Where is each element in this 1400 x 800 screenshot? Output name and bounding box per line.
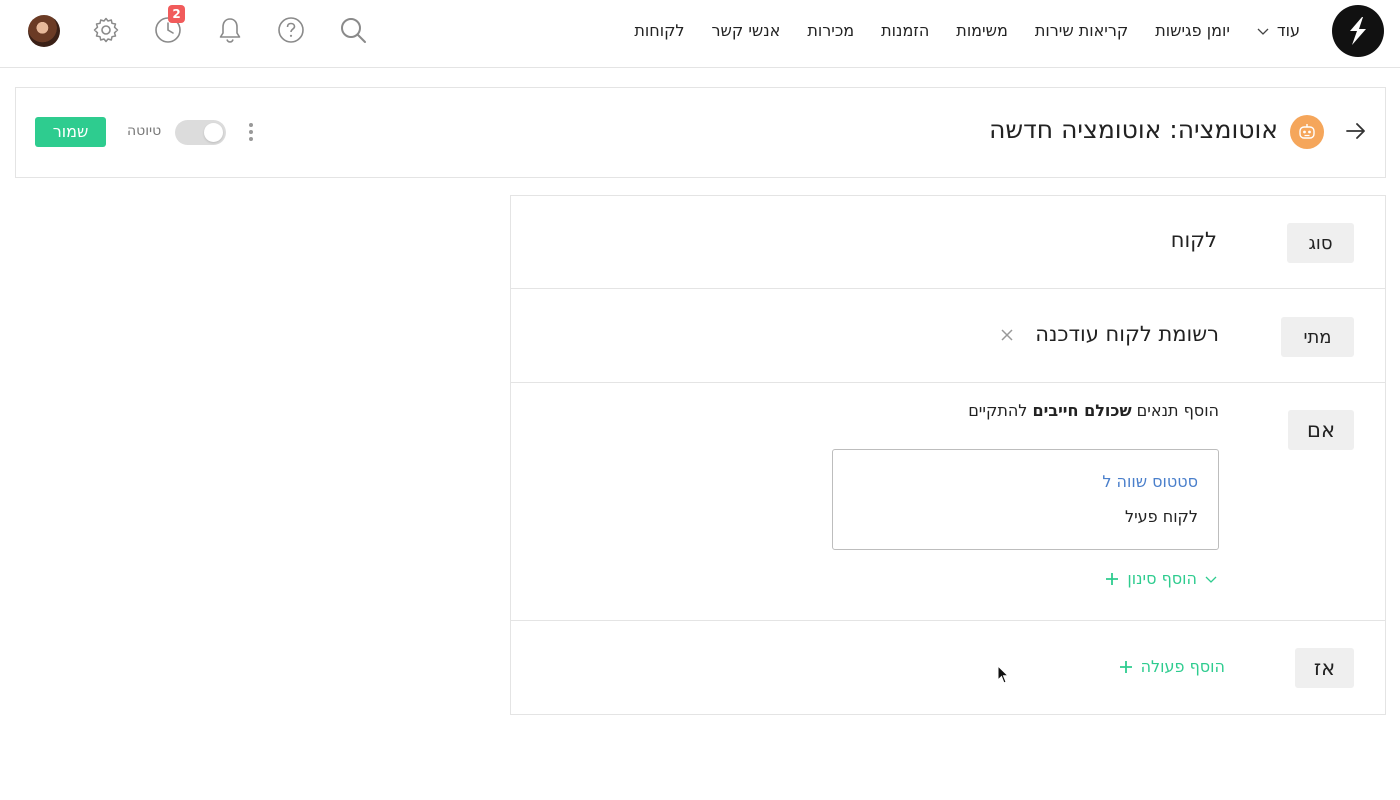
nav-item-tasks[interactable]: משימות xyxy=(956,21,1008,40)
add-action-button[interactable]: הוסף פעולה xyxy=(1119,657,1225,676)
automation-bot-icon xyxy=(1290,115,1324,149)
page-title: אוטומציה: אוטומציה חדשה xyxy=(989,115,1278,144)
if-row: אם הוסף תנאים שכולם חייבים להתקיים סטטוס… xyxy=(511,383,1385,621)
help-icon xyxy=(278,17,304,43)
type-value[interactable]: לקוח xyxy=(1171,228,1217,252)
conditions-intro-bold: שכולם חייבים xyxy=(1032,401,1132,420)
nav-item-calendar[interactable]: יומן פגישות xyxy=(1155,21,1230,40)
back-button[interactable] xyxy=(1345,120,1367,146)
plus-icon xyxy=(1119,660,1132,673)
user-avatar[interactable] xyxy=(28,15,60,47)
help-button[interactable] xyxy=(273,12,309,48)
top-navigation-bar: לקוחות אנשי קשר מכירות הזמנות משימות קרי… xyxy=(0,0,1400,68)
conditions-intro: הוסף תנאים שכולם חייבים להתקיים xyxy=(968,401,1219,420)
then-row: אז הוסף פעולה xyxy=(511,621,1385,714)
search-icon xyxy=(341,18,366,43)
search-button[interactable] xyxy=(335,12,371,48)
nav-item-customers[interactable]: לקוחות xyxy=(634,21,684,40)
then-label: אז xyxy=(1295,648,1354,688)
arrow-right-icon xyxy=(1346,123,1365,139)
logo-icon xyxy=(1350,17,1366,45)
chevron-down-icon xyxy=(1257,28,1269,35)
app-logo[interactable] xyxy=(1332,5,1384,57)
plus-icon xyxy=(1106,572,1119,585)
condition-value: לקוח פעיל xyxy=(1124,507,1198,526)
nav-more-label: עוד xyxy=(1276,20,1300,40)
add-filter-label: הוסף סינון xyxy=(1127,569,1197,588)
draft-toggle[interactable] xyxy=(175,120,226,145)
when-row: מתי רשומת לקוח עודכנה xyxy=(511,289,1385,383)
type-row: סוג לקוח xyxy=(511,196,1385,289)
type-label: סוג xyxy=(1287,223,1354,263)
toggle-knob xyxy=(204,123,223,142)
gear-icon xyxy=(93,17,119,43)
draft-label: טיוטה xyxy=(127,123,162,139)
mouse-cursor-icon xyxy=(997,665,1010,684)
condition-card[interactable]: סטטוס שווה ל לקוח פעיל xyxy=(832,449,1219,550)
main-menu: לקוחות אנשי קשר מכירות הזמנות משימות קרי… xyxy=(634,0,1300,60)
nav-item-contacts[interactable]: אנשי קשר xyxy=(712,21,781,40)
automation-header: אוטומציה: אוטומציה חדשה טיוטה שמור xyxy=(15,87,1386,178)
nav-item-orders[interactable]: הזמנות xyxy=(881,21,929,40)
add-filter-button[interactable]: הוסף סינון xyxy=(1105,569,1217,588)
automation-builder: סוג לקוח מתי רשומת לקוח עודכנה אם הוסף ת… xyxy=(510,195,1386,715)
nav-item-service-calls[interactable]: קריאות שירות xyxy=(1035,21,1128,40)
condition-field[interactable]: סטטוס שווה ל xyxy=(1102,472,1198,491)
nav-item-sales[interactable]: מכירות xyxy=(807,21,854,40)
nav-more-dropdown[interactable]: עוד xyxy=(1257,21,1300,40)
kebab-menu-icon xyxy=(249,123,253,141)
toolbar-icons: 2 xyxy=(26,5,371,50)
more-options-button[interactable] xyxy=(246,121,256,147)
clear-trigger-button[interactable] xyxy=(1000,327,1014,346)
save-button[interactable]: שמור xyxy=(35,117,106,147)
chevron-down-icon xyxy=(1205,576,1217,583)
conditions-intro-prefix: הוסף תנאים xyxy=(1136,401,1219,420)
bell-icon xyxy=(219,18,241,43)
trigger-value[interactable]: רשומת לקוח עודכנה xyxy=(1035,322,1219,346)
when-label: מתי xyxy=(1281,317,1354,357)
conditions-intro-suffix: להתקיים xyxy=(968,401,1028,420)
close-icon xyxy=(1001,329,1013,341)
robot-icon xyxy=(1299,124,1315,139)
if-label: אם xyxy=(1288,410,1354,450)
settings-button[interactable] xyxy=(88,12,124,48)
notifications-button[interactable] xyxy=(212,12,248,48)
history-button[interactable]: 2 xyxy=(150,5,186,48)
history-badge: 2 xyxy=(168,5,185,23)
add-action-label: הוסף פעולה xyxy=(1140,657,1225,676)
